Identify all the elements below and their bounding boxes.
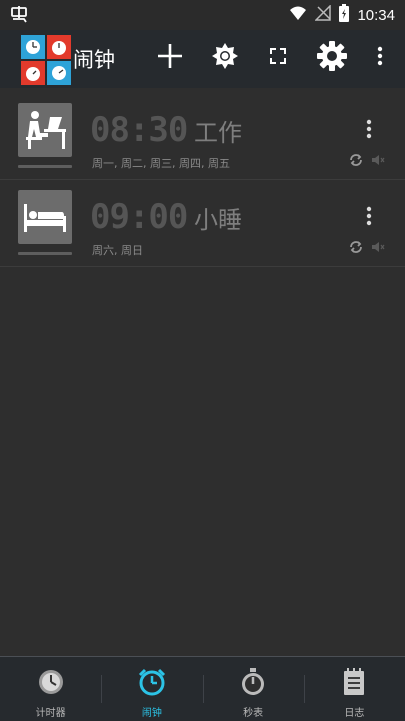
- bottom-navigation: 计时器 闹钟 秒表 日志: [0, 656, 405, 721]
- alarm-clock-icon: [137, 668, 167, 700]
- stopwatch-icon: [239, 668, 267, 700]
- alarm-time: 08:30: [90, 110, 188, 150]
- repeat-icon: [349, 239, 363, 258]
- notification-icon: [10, 5, 28, 27]
- settings-icon: [316, 40, 348, 76]
- alarm-item[interactable]: 08:30 工作 周一, 周二, 周三, 周四, 周五: [0, 93, 405, 180]
- bed-icon: [18, 190, 72, 244]
- fullscreen-icon: [268, 46, 288, 70]
- tab-label: 计时器: [35, 708, 66, 719]
- mute-icon: [371, 239, 385, 258]
- more-icon: [377, 46, 383, 70]
- battery-icon: [339, 4, 350, 26]
- alarm-item[interactable]: 09:00 小睡 周六, 周日: [0, 180, 405, 267]
- tab-timer[interactable]: 计时器: [0, 657, 101, 721]
- add-icon: [155, 41, 185, 75]
- alarm-menu-button[interactable]: [361, 202, 377, 230]
- alarm-label: 小睡: [194, 206, 242, 234]
- tab-label: 秒表: [243, 708, 264, 719]
- tab-label: 日志: [344, 708, 365, 719]
- repeat-icon: [349, 152, 363, 171]
- status-bar: 10:34: [0, 0, 405, 30]
- brightness-icon: [211, 42, 239, 74]
- work-desk-icon: [18, 103, 72, 157]
- timer-icon: [37, 668, 65, 700]
- alarm-image-underline: [18, 252, 72, 255]
- settings-button[interactable]: [312, 38, 352, 78]
- alarm-time: 09:00: [90, 197, 188, 237]
- more-options-button[interactable]: [360, 38, 400, 78]
- app-logo-icon: [20, 34, 72, 86]
- fullscreen-button[interactable]: [258, 38, 298, 78]
- alarm-menu-button[interactable]: [361, 115, 377, 143]
- no-signal-icon: [314, 4, 332, 25]
- app-bar: 闹钟: [0, 30, 405, 88]
- clock-time: 10:34: [357, 6, 395, 24]
- log-icon: [341, 668, 367, 700]
- tab-alarm[interactable]: 闹钟: [101, 657, 202, 721]
- brightness-button[interactable]: [205, 38, 245, 78]
- alarm-days: 周一, 周二, 周三, 周四, 周五: [92, 157, 230, 170]
- alarm-days: 周六, 周日: [92, 244, 143, 257]
- alarm-image-underline: [18, 165, 72, 168]
- tab-log[interactable]: 日志: [303, 657, 405, 721]
- wifi-icon: [289, 5, 307, 25]
- add-alarm-button[interactable]: [150, 38, 190, 78]
- alarm-label: 工作: [194, 119, 242, 147]
- tab-label: 闹钟: [141, 708, 162, 719]
- alarm-list: 08:30 工作 周一, 周二, 周三, 周四, 周五 09:00 小睡 周六,…: [0, 93, 405, 267]
- mute-icon: [371, 152, 385, 171]
- tab-stopwatch[interactable]: 秒表: [202, 657, 304, 721]
- app-title: 闹钟: [73, 48, 115, 72]
